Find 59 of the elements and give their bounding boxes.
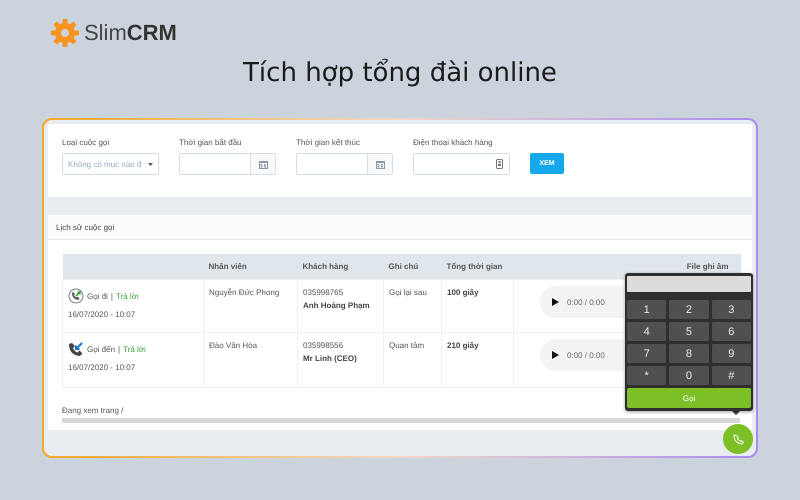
filter-label: Thời gian bắt đầu [179,138,243,147]
contact-card-icon [496,159,503,169]
filter-label: Loại cuộc gọi [62,138,110,147]
calendar-icon [258,158,268,170]
customer-phone: 035998765 [303,288,344,297]
audio-player[interactable]: 0:00 / 0:00 [540,339,624,371]
dial-key[interactable]: 7 [627,344,666,363]
duration: 100 giây [447,288,479,297]
dial-key[interactable]: 3 [712,300,751,319]
gear-logo-icon [50,18,80,48]
dial-key[interactable]: # [712,366,751,385]
date-field[interactable] [179,153,276,175]
customer-name: Mr Linh (CEO) [303,354,357,363]
play-icon[interactable] [552,351,559,359]
customer-name: Anh Hoàng Phạm [303,301,370,310]
dial-key[interactable]: * [627,366,666,385]
dial-key[interactable]: 8 [669,344,709,363]
dial-key[interactable]: 6 [712,322,751,341]
page-indicator: Đang xem trang / [62,406,124,415]
scrollbar[interactable] [62,418,740,423]
call-time: 16/07/2020 - 10:07 [68,310,136,319]
column-header: Khách hàng [298,254,384,280]
staff-name: Nguyễn Đức Phong [209,288,280,297]
dial-key[interactable]: 4 [627,322,666,341]
column-header: Nhân viên [204,254,298,280]
dial-key[interactable]: 1 [627,300,666,319]
note: Gọi lại sau [389,288,427,297]
call-time: 16/07/2020 - 10:07 [68,363,136,372]
call-status: Trả lời [123,344,146,354]
call-status: Trả lời [116,292,139,300]
filter-label: Điện thoại khách hàng [413,138,494,147]
duration: 210 giây [447,341,479,350]
audio-player[interactable]: 0:00 / 0:00 [540,286,624,318]
section-title: Lịch sử cuộc gọi [56,222,114,232]
phone-icon [732,434,744,444]
note: Quan tâm [389,341,424,350]
dial-key[interactable]: 2 [669,300,709,319]
date-field[interactable] [296,153,393,175]
headline: Tích hợp tổng đài online [243,58,557,88]
dial-number-field[interactable] [627,276,751,292]
calendar-icon [374,158,386,170]
column-header: Ghi chú [384,254,442,280]
brand-logo-text: SlimCRM [84,20,177,46]
dial-key[interactable]: 0 [669,366,709,385]
customer-phone: 035998556 [303,341,344,350]
dial-key[interactable]: 9 [712,344,751,363]
staff-name: Đào Văn Hòa [209,341,258,350]
column-header: Tổng thời gian [442,254,514,280]
caret-icon [148,162,153,166]
separator: | [110,292,113,300]
incoming-call-icon [68,341,84,357]
filter-label: Thời gian kết thúc [296,138,361,147]
call-type: Gọi đi [87,292,108,300]
dial-key[interactable]: 5 [669,322,709,341]
phone-field[interactable] [413,153,510,175]
outgoing-call-icon [68,288,84,304]
play-icon[interactable] [552,298,559,306]
separator: | [118,344,120,354]
call-type: Gọi đến [87,344,116,354]
